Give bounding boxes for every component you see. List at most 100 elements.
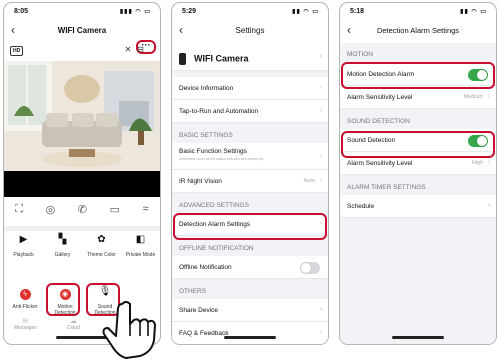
camera-icon[interactable]: ◎ <box>46 203 56 223</box>
status-time: 5:29 <box>182 8 197 15</box>
chevron-right-icon: › <box>319 53 322 60</box>
anti-flicker-button[interactable]: ϟ Anti-Flicker <box>8 289 42 316</box>
nav-bar: ‹ WIFI Camera ··· <box>4 20 160 54</box>
page-title: Detection Alarm Settings <box>376 26 460 35</box>
motion-header: MOTION <box>347 51 373 58</box>
motion-sensitivity-label: Alarm Sensitivity Level <box>347 94 413 101</box>
chevron-right-icon: › <box>487 202 490 209</box>
page-title: Settings <box>235 26 265 35</box>
schedule-label: Schedule <box>347 203 375 210</box>
settings-list: WIFI Camera › Device Information › Tap-to-… <box>172 43 328 344</box>
video-controls-bar <box>4 171 160 197</box>
mail-icon: ✉ <box>22 318 29 325</box>
status-time: 5:18 <box>350 8 365 15</box>
faq-feedback-row[interactable]: FAQ & Feedback › <box>172 322 328 344</box>
faq-feedback-label: FAQ & Feedback <box>179 330 229 337</box>
advanced-settings-header: ADVANCED SETTINGS <box>179 202 249 209</box>
tap-to-run-row[interactable]: Tap-to-Run and Automation › <box>172 100 328 123</box>
device-name: WIFI Camera <box>194 53 249 64</box>
offline-notification-toggle[interactable] <box>300 262 320 274</box>
playback-label: Playback <box>13 252 34 258</box>
divider <box>4 226 160 231</box>
basic-function-subtitle: Information such as the status indicator… <box>179 157 264 161</box>
basic-function-label: Basic Function Settings <box>179 148 247 155</box>
theme-color-button[interactable]: ✿ Theme Color <box>85 234 119 259</box>
home-indicator <box>224 336 276 339</box>
playback-button[interactable]: ▶ Playback <box>7 234 41 259</box>
cloud-label: Cloud <box>66 325 80 331</box>
messages-tab[interactable]: ✉ Messages <box>14 317 37 331</box>
sound-detection-header: SOUND DETECTION <box>347 118 410 125</box>
cloud-icon: ☁ <box>69 318 77 325</box>
sound-sensitivity-label: Alarm Sensitivity Level <box>347 160 413 167</box>
signal-icons: ▮▮▮ ◠ ▭ <box>119 9 151 15</box>
offline-notification-row: Offline Notification <box>172 256 328 279</box>
status-time: 8:05 <box>14 8 29 15</box>
signal-icons: ▮▮ ◠ ▭ <box>292 9 319 15</box>
record-icon[interactable]: ▭ <box>110 203 120 223</box>
room-image <box>4 61 160 171</box>
theme-color-label: Theme Color <box>87 252 116 258</box>
sound-detection-highlight <box>341 131 495 158</box>
nav-bar: ‹ Detection Alarm Settings <box>340 20 496 42</box>
phone-camera-view: 8:05 ▮▮▮ ◠ ▭ ‹ WIFI Camera ··· HD ✕⊟ ⛶ ◎… <box>3 2 161 345</box>
basic-function-row[interactable]: Basic Function Settings Information such … <box>172 143 328 170</box>
play-icon: ▶ <box>19 234 28 245</box>
signal-icons: ▮▮ ◠ ▭ <box>460 9 487 15</box>
page-title: WIFI Camera <box>57 26 107 35</box>
fullscreen-icon[interactable]: ⛶ <box>15 203 23 223</box>
nav-bar: ‹ Settings <box>172 20 328 42</box>
tap-to-run-label: Tap-to-Run and Automation <box>179 108 259 115</box>
gallery-icon: ▚ <box>58 234 67 245</box>
device-row[interactable]: WIFI Camera › <box>172 43 328 71</box>
expand-icon[interactable]: ≈ <box>143 203 149 223</box>
detection-alarm-highlight <box>173 213 327 240</box>
ir-night-vision-label: IR Night Vision <box>179 178 222 185</box>
hand-pointer-icon <box>102 301 156 359</box>
alarm-timer-header: ALARM TIMER SETTINGS <box>347 184 426 191</box>
motion-sensitivity-row[interactable]: Alarm Sensitivity Level Medium › <box>340 86 496 109</box>
phone-detection-alarm: 5:18 ▮▮ ◠ ▭ ‹ Detection Alarm Settings M… <box>339 2 497 345</box>
palette-icon: ✿ <box>97 234 106 245</box>
basic-settings-header: BASIC SETTINGS <box>179 132 233 139</box>
flicker-icon: ϟ <box>19 289 31 300</box>
chevron-right-icon: › <box>319 107 322 114</box>
status-bar: 5:29 ▮▮ ◠ ▭ <box>172 3 328 20</box>
home-indicator <box>392 336 444 339</box>
sound-sensitivity-value: High <box>471 160 483 166</box>
schedule-row[interactable]: Schedule › <box>340 195 496 218</box>
device-information-label: Device Information <box>179 85 234 92</box>
phone-icon[interactable]: ✆ <box>78 203 87 223</box>
chevron-right-icon: › <box>319 153 322 160</box>
private-mode-button[interactable]: ◧ Private Mode <box>124 234 158 259</box>
chevron-right-icon: › <box>319 177 322 184</box>
function-grid-row1: ▶ Playback ▚ Gallery ✿ Theme Color ◧ Private… <box>4 234 160 259</box>
device-information-row[interactable]: Device Information › <box>172 77 328 100</box>
gallery-button[interactable]: ▚ Gallery <box>46 234 80 259</box>
messages-label: Messages <box>14 325 37 331</box>
gallery-label: Gallery <box>54 252 71 258</box>
ir-night-vision-row[interactable]: IR Night Vision Auto › <box>172 170 328 193</box>
status-bar: 5:18 ▮▮ ◠ ▭ <box>340 3 496 20</box>
cloud-tab[interactable]: ☁ Cloud <box>67 317 80 331</box>
chevron-right-icon: › <box>487 93 490 100</box>
share-device-label: Share Device <box>179 307 219 314</box>
tool-row: ⛶ ◎ ✆ ▭ ≈ <box>4 203 160 223</box>
motion-alarm-highlight <box>341 62 495 89</box>
hd-badge[interactable]: HD <box>10 46 24 56</box>
motion-sensitivity-value: Medium <box>463 94 483 100</box>
phone-settings: 5:29 ▮▮ ◠ ▭ ‹ Settings WIFI Camera › Devi… <box>171 2 329 345</box>
chevron-right-icon: › <box>319 306 322 313</box>
camera-device-icon <box>179 53 186 65</box>
chevron-right-icon: › <box>319 329 322 336</box>
status-bar: 8:05 ▮▮▮ ◠ ▭ <box>4 3 160 20</box>
anti-flicker-label: Anti-Flicker <box>12 304 38 310</box>
offline-notification-label: Offline Notification <box>179 264 232 271</box>
camera-preview <box>4 61 160 171</box>
share-device-row[interactable]: Share Device › <box>172 299 328 322</box>
others-header: OTHERS <box>179 288 207 295</box>
mute-icon[interactable]: ✕⊟ <box>125 45 150 54</box>
motion-highlight <box>46 283 80 316</box>
chevron-right-icon: › <box>487 159 490 166</box>
privacy-icon: ◧ <box>135 234 146 245</box>
